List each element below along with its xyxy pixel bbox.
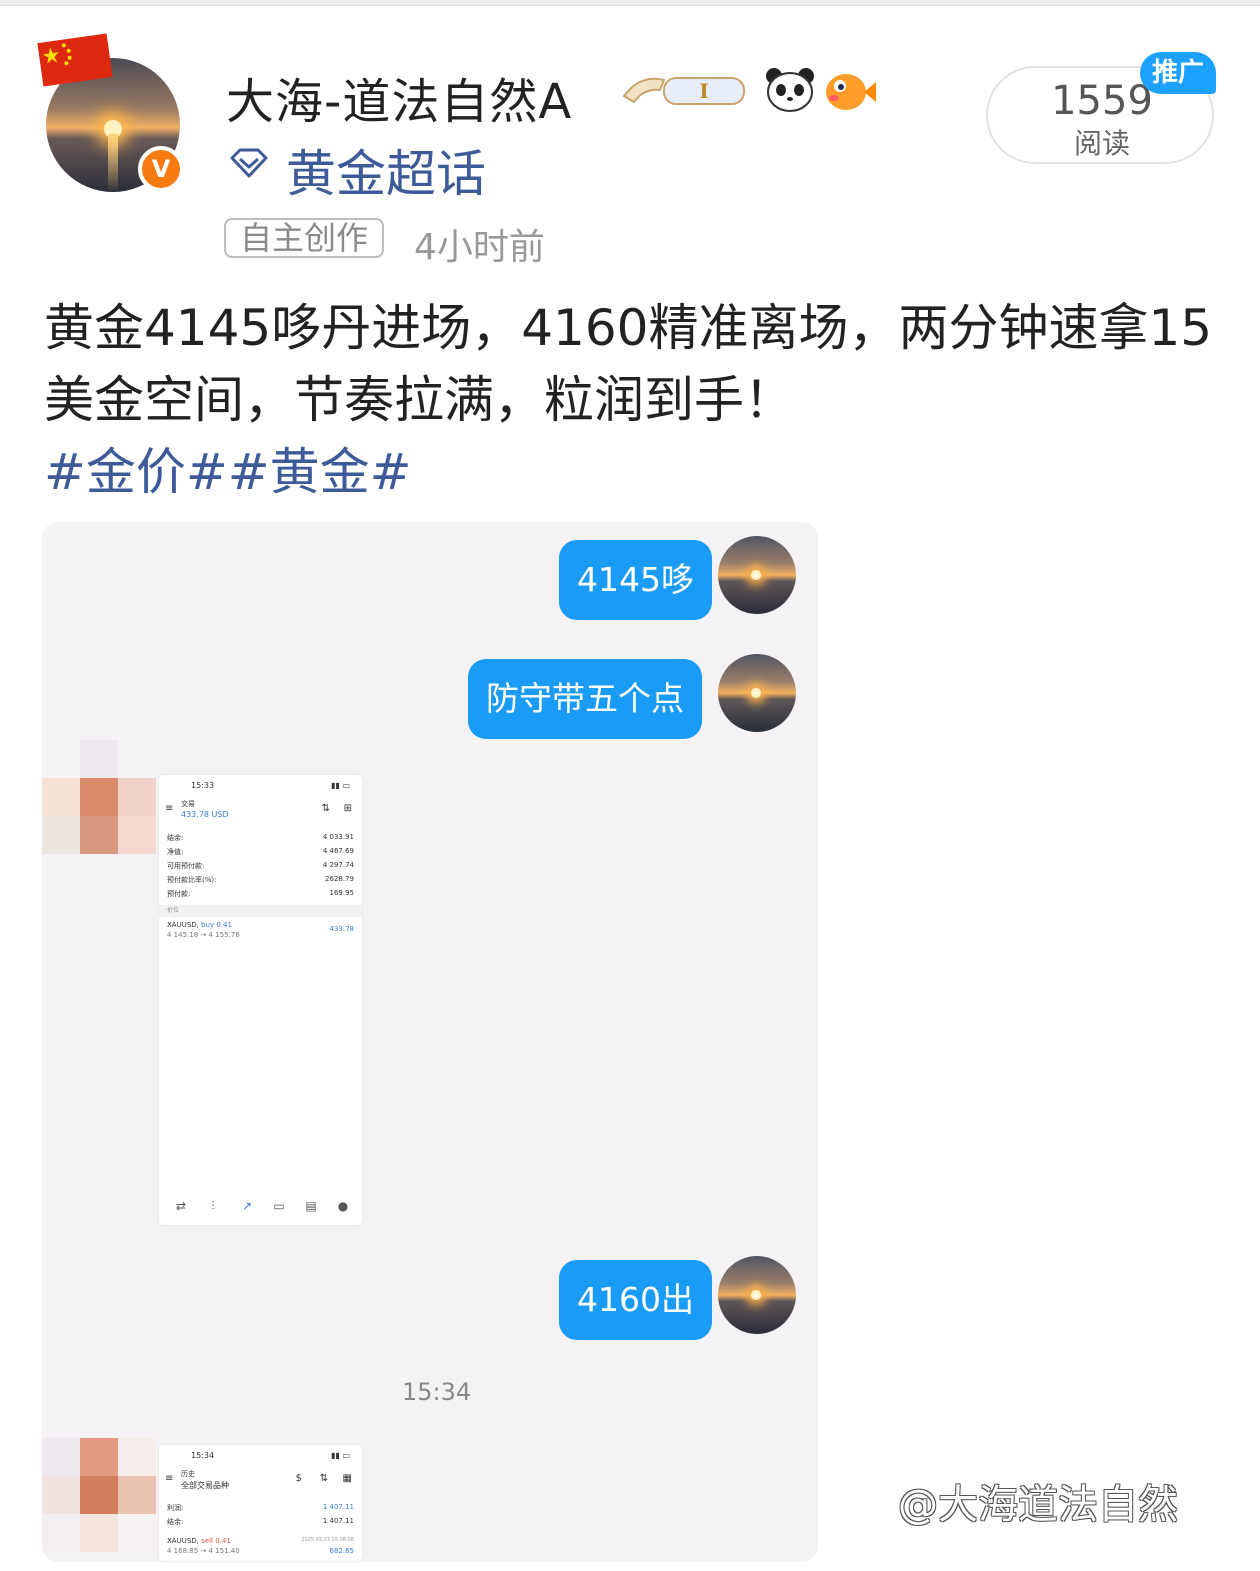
account-row: 预付款比率(%): 2628.79 <box>167 875 354 884</box>
read-label: 阅读 <box>1073 127 1130 160</box>
watermark: @大海道法自然 <box>898 1482 1178 1528</box>
sort-icon: ⇅ <box>319 1473 328 1484</box>
sort-icon: ⇅ <box>321 803 330 814</box>
account-row: 可用预付款: 4 297.74 <box>167 861 354 870</box>
chat-avatar <box>718 654 796 732</box>
quotes-nav-icon: ⇄ <box>175 1199 187 1213</box>
account-row: 净值: 4 467.69 <box>167 847 354 856</box>
svg-text:I: I <box>699 79 708 103</box>
positions-header: 价位 <box>159 905 362 917</box>
status-time: 15:33 <box>191 781 215 790</box>
account-row: 预付款: 169.95 <box>167 889 354 898</box>
top-divider <box>0 0 1260 6</box>
chat-message-1: 4145哆 <box>559 540 712 620</box>
history-row: 利润: 1 407.11 <box>167 1503 354 1512</box>
original-content-tag: 自主创作 <box>224 218 385 258</box>
hashtag-links[interactable]: #金价##黄金# <box>44 432 412 504</box>
chart-nav-icon: ⫶ <box>211 1199 215 1213</box>
phone-status-bar: 15:33 ▮▮ ▭ <box>171 781 350 795</box>
trading-app-screenshot-2: 15:34 ▮▮ ▭ ≡ 历史 全部交易品种 $ ⇅ ▦ 利润: 1 407.11… <box>158 1444 363 1562</box>
phone-bottom-nav: ⇄ ⫶ ↗ ▭ ▤ ● <box>159 1193 362 1221</box>
super-topic-link[interactable]: 黄金超话 <box>286 134 486 206</box>
status-time: 15:34 <box>191 1451 215 1460</box>
history-nav-icon: ▭ <box>273 1199 285 1213</box>
news-nav-icon: ▤ <box>305 1199 317 1213</box>
chat-nav-icon: ● <box>337 1199 349 1213</box>
balance-usd: 433.78 USD <box>181 810 229 819</box>
chat-screenshot-image[interactable]: 4145哆 防守带五个点 15:33 ▮▮ ▭ ≡ 交易 433.78 USD … <box>42 522 818 1562</box>
position-range: 4 145.18 → 4 155.76 <box>167 931 240 939</box>
phone-status-bar: 15:34 ▮▮ ▭ <box>171 1451 350 1465</box>
author-avatar-area[interactable]: V <box>37 33 188 196</box>
super-topic-diamond-icon <box>230 148 268 178</box>
calendar-icon: ▦ <box>342 1473 352 1484</box>
add-order-icon: ⊞ <box>343 803 352 814</box>
pufferfish-icon <box>826 74 876 110</box>
history-row: 结余: 1 407.11 <box>167 1517 354 1526</box>
chat-message-2: 防守带五个点 <box>468 659 702 739</box>
deal-range: 4 168.85 → 4 151.40 682.65 <box>167 1547 354 1555</box>
chat-timestamp: 15:34 <box>402 1378 472 1406</box>
account-row: 结余: 4 033.91 <box>167 833 354 842</box>
chat-avatar <box>718 1256 796 1334</box>
promo-badge: 推广 <box>1140 52 1216 94</box>
signal-battery-icon: ▮▮ ▭ <box>331 781 350 790</box>
chat-message-3: 4160出 <box>559 1260 712 1340</box>
avatar-sun-reflection <box>108 134 118 192</box>
pixelated-avatar-1 <box>42 740 156 854</box>
chat-avatar <box>718 536 796 614</box>
section-title: 交易 <box>181 800 195 808</box>
menu-icon: ≡ <box>165 803 174 814</box>
author-name[interactable]: 大海-道法自然A <box>226 62 572 132</box>
verified-v-icon: V <box>138 146 184 192</box>
swap-icon: $ <box>295 1473 302 1484</box>
signal-battery-icon: ▮▮ ▭ <box>331 1451 350 1460</box>
panda-icon <box>766 68 814 112</box>
menu-icon: ≡ <box>165 1473 174 1484</box>
post-time: 4小时前 <box>414 227 545 268</box>
trade-nav-icon: ↗ <box>241 1199 253 1213</box>
pixelated-avatar-2 <box>42 1438 156 1552</box>
vip-wings-badge-icon: I <box>622 77 745 105</box>
post-content: 黄金4145哆丹进场，4160精准离场，两分钟速拿15美金空间，节奏拉满，粒润到… <box>44 299 1213 429</box>
section-title: 历史 <box>181 1470 195 1478</box>
trading-app-screenshot-1: 15:33 ▮▮ ▭ ≡ 交易 433.78 USD ⇅ ⊞ 结余: 4 033.… <box>158 774 363 1226</box>
symbol-filter: 全部交易品种 <box>181 1481 229 1490</box>
